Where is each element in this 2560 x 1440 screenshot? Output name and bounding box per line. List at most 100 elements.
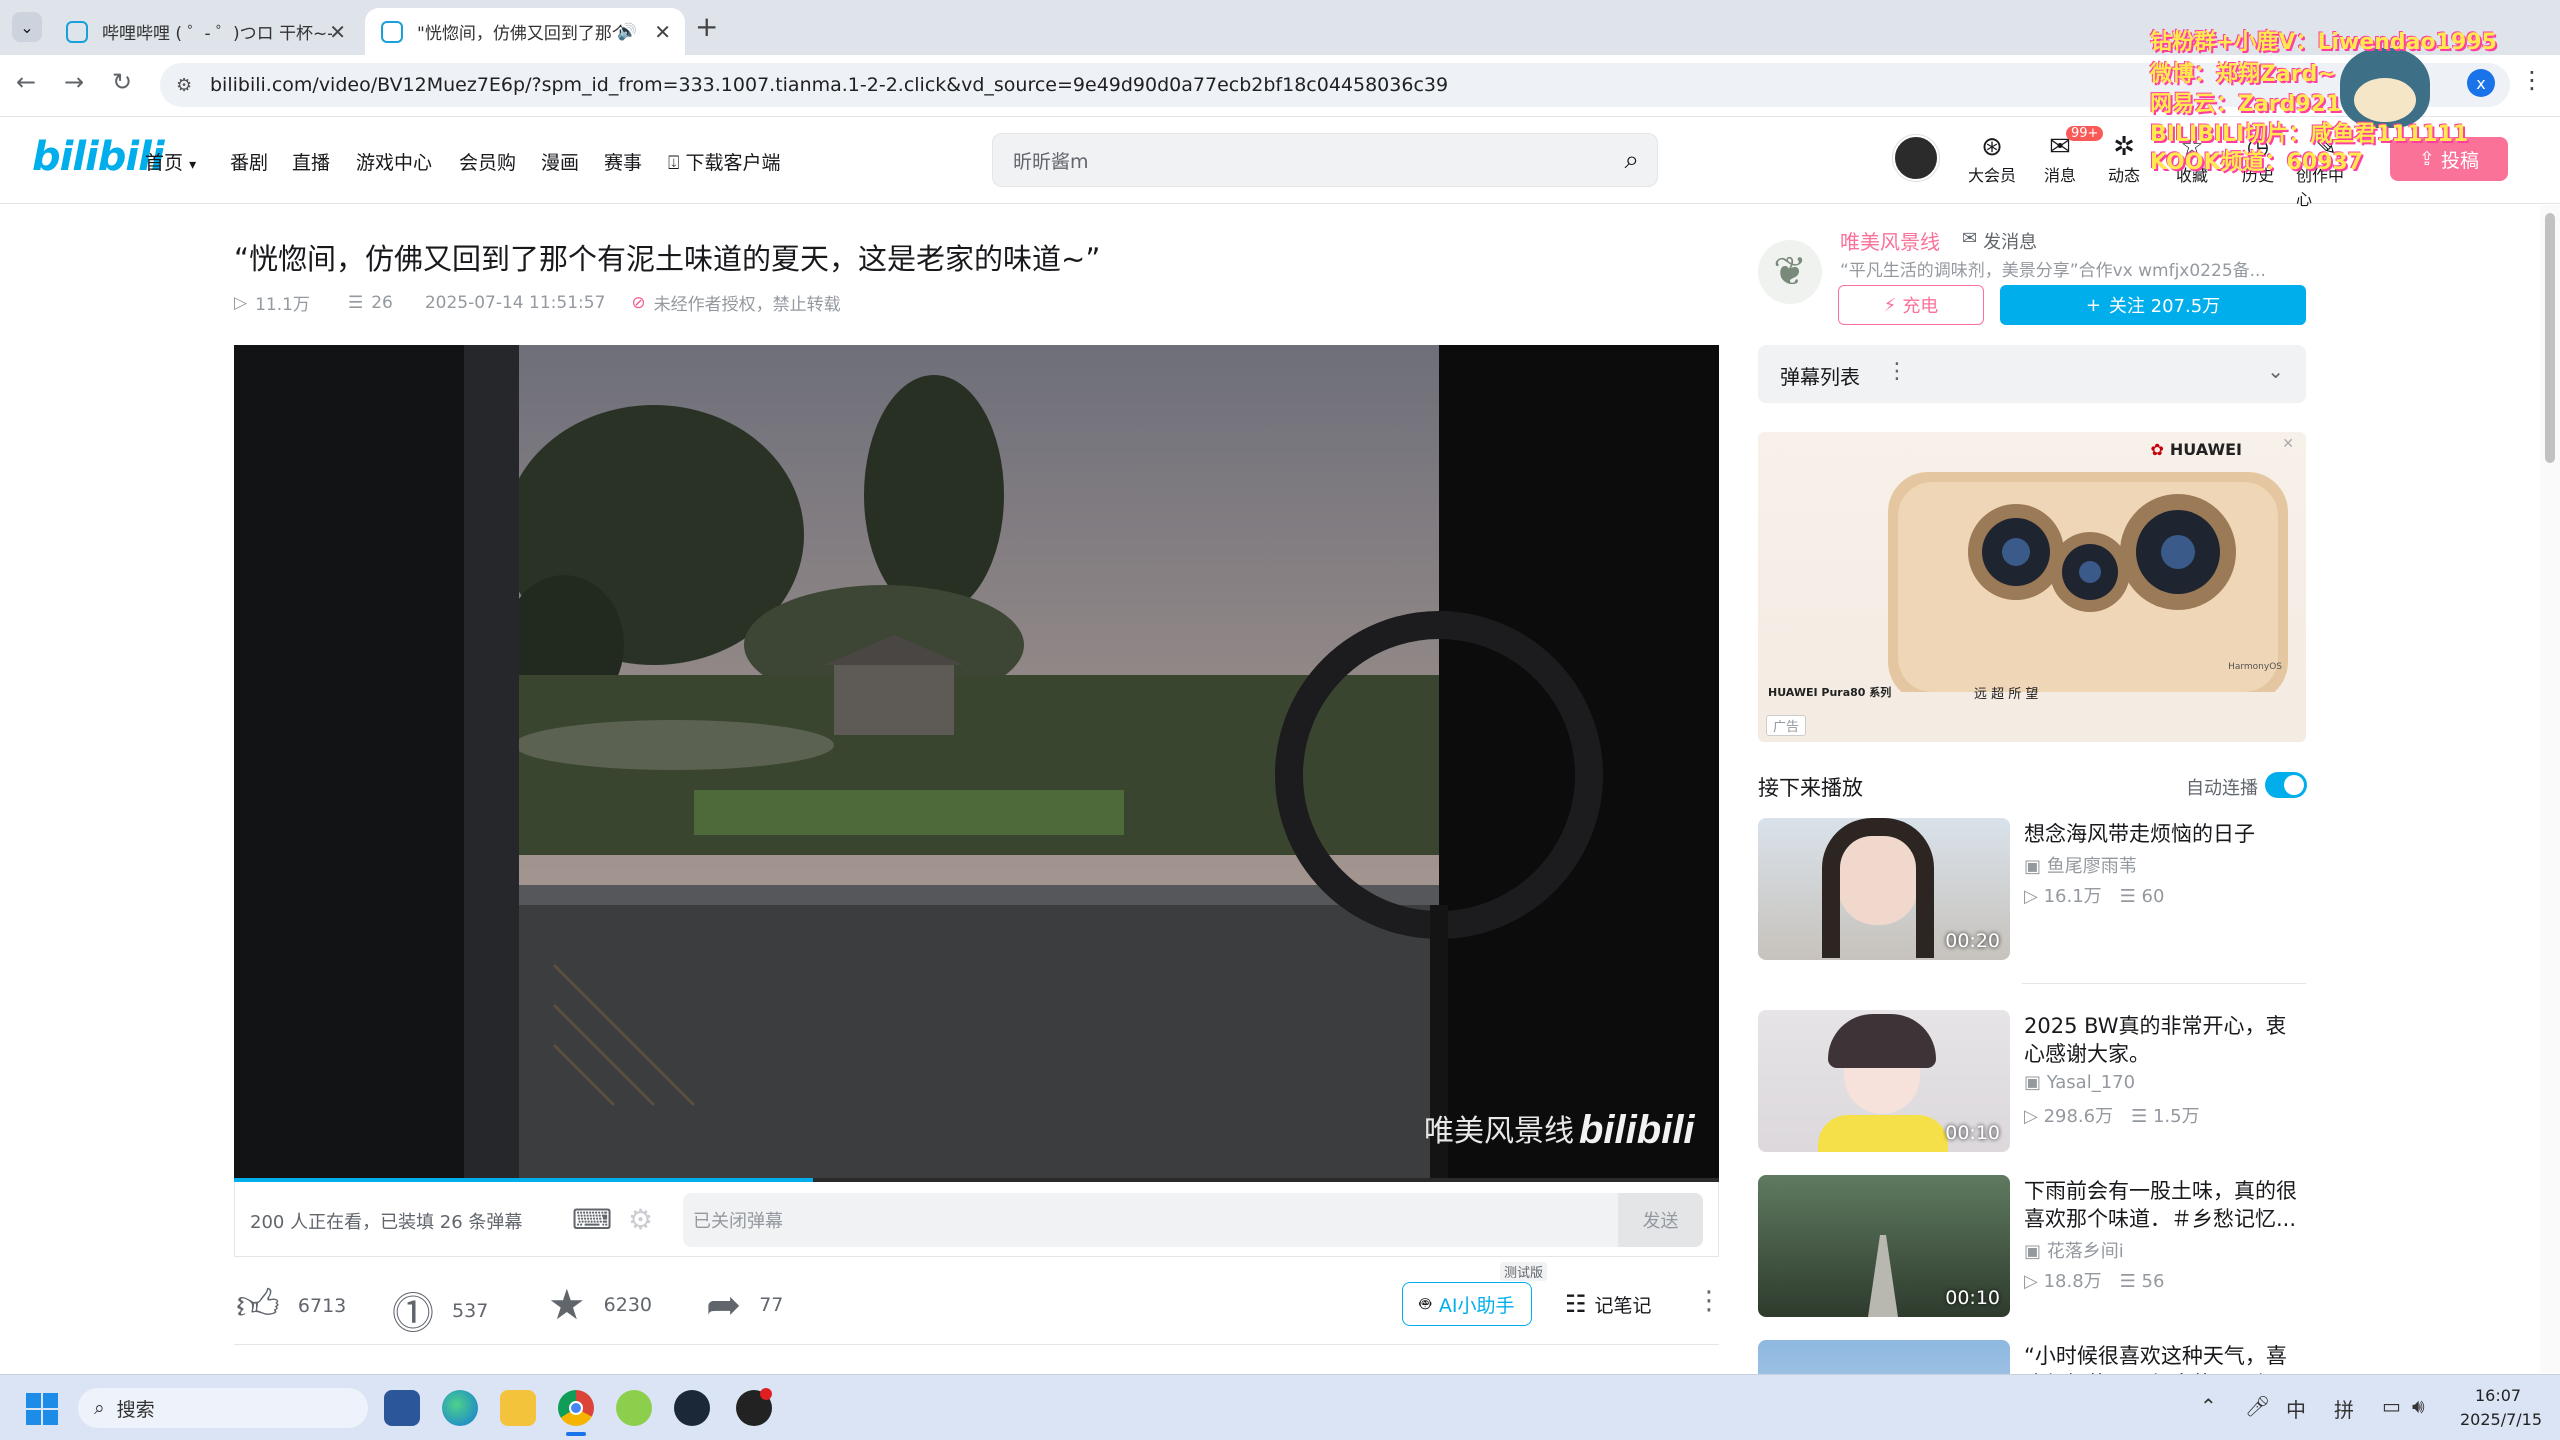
nav-live[interactable]: 直播 bbox=[292, 148, 330, 175]
back-icon[interactable]: ← bbox=[16, 68, 36, 96]
windows-start-icon[interactable] bbox=[26, 1393, 58, 1425]
recommend-title[interactable]: 2025 BW真的非常开心，衷心感谢大家。 bbox=[2024, 1012, 2306, 1068]
copyright-notice: 未经作者授权，禁止转载 bbox=[653, 295, 841, 315]
network-icon[interactable]: ▭ bbox=[2382, 1394, 2401, 1418]
recommend-thumbnail[interactable]: 00:20 bbox=[1758, 818, 2010, 960]
nav-anime[interactable]: 番剧 bbox=[230, 148, 268, 175]
nav-game-center[interactable]: 游戏中心 bbox=[356, 148, 432, 175]
edge-icon[interactable] bbox=[442, 1390, 478, 1426]
tray-chevron-up-icon[interactable]: ⌃ bbox=[2200, 1394, 2217, 1418]
overlay-line: 钻粉群+小鹿V：Liwendao1995 bbox=[2150, 30, 2497, 55]
volume-icon[interactable]: 🔊︎ bbox=[2412, 1394, 2425, 1418]
browser-menu-icon[interactable]: ⋮ bbox=[2520, 66, 2544, 94]
clock-time[interactable]: 16:07 bbox=[2475, 1386, 2521, 1405]
recommend-title[interactable]: “小时候很喜欢这种天气，喜欢很轻的风，很大的云，很 bbox=[2024, 1342, 2306, 1374]
charge-button[interactable]: ⚡︎ 充电 bbox=[1838, 285, 1984, 325]
active-app-indicator bbox=[566, 1432, 586, 1436]
autoplay-toggle[interactable] bbox=[2265, 772, 2307, 798]
video-player[interactable]: 唯美风景线 bilibili bbox=[234, 345, 1719, 1180]
user-avatar[interactable] bbox=[1893, 135, 1939, 181]
steam-icon[interactable] bbox=[674, 1390, 710, 1426]
ai-assistant-button[interactable]: 🤖︎ AI小助手 bbox=[1402, 1282, 1532, 1326]
kebab-menu-icon[interactable]: ⋮ bbox=[1886, 359, 1908, 384]
recommend-divider bbox=[2022, 983, 2306, 984]
close-tab-icon[interactable]: ✕ bbox=[329, 20, 346, 44]
bilibili-logo[interactable]: bilibili bbox=[32, 134, 165, 180]
video-title: “恍惚间，仿佛又回到了那个有泥土味道的夏天，这是老家的味道~” bbox=[234, 242, 1101, 276]
task-view-icon[interactable] bbox=[384, 1390, 420, 1426]
recommend-uploader[interactable]: ▣ Yasal_170 bbox=[2024, 1072, 2135, 1093]
nav-esports[interactable]: 赛事 bbox=[604, 148, 642, 175]
more-actions-icon[interactable]: ⋮ bbox=[1696, 1286, 1722, 1316]
clock-date[interactable]: 2025/7/15 bbox=[2460, 1410, 2542, 1429]
share-button[interactable]: ➦ 77 bbox=[706, 1280, 783, 1329]
up-badge-icon: ▣ bbox=[2024, 1072, 2042, 1093]
danmaku-list-label: 弹幕列表 bbox=[1780, 365, 1860, 389]
recommend-uploader[interactable]: ▣ 花落乡间i bbox=[2024, 1237, 2124, 1263]
send-message-link[interactable]: ✉ 发消息 bbox=[1962, 228, 2037, 254]
video-duration: 00:10 bbox=[1945, 1122, 2000, 1144]
up-badge-icon: ▣ bbox=[2024, 1241, 2042, 1262]
tab-bilibili-home[interactable]: 哔哩哔哩 ( ゜- ゜)つロ 干杯~-bilibili ✕ bbox=[50, 8, 360, 55]
ime-mode[interactable]: 拼 bbox=[2334, 1394, 2354, 1423]
note-button[interactable]: ☷ 记笔记 bbox=[1565, 1290, 1652, 1318]
danmaku-send-button[interactable]: 发送 bbox=[1618, 1193, 1703, 1247]
chevron-down-icon[interactable]: ⌄ bbox=[2267, 359, 2284, 383]
recommend-stats: ▷ 16.1万 ☰ 60 bbox=[2024, 886, 2165, 907]
header-vip[interactable]: ⊛ 大会员 bbox=[1962, 132, 2022, 186]
tab-current-video[interactable]: "恍惚间，仿佛又回到了那个有泥土味道的夏天，这是老家的味道~" 🔊 ✕ bbox=[365, 8, 685, 55]
recommend-card[interactable]: 00:10 2025 BW真的非常开心，衷心感谢大家。 ▣ Yasal_170 … bbox=[1758, 1010, 2306, 1155]
like-button[interactable]: 👍︎ 6713 bbox=[236, 1280, 346, 1331]
taskbar-search[interactable]: ⌕ 搜索 bbox=[78, 1388, 368, 1428]
frog-app-icon[interactable] bbox=[616, 1390, 652, 1426]
header-messages[interactable]: ✉ 消息 99+ bbox=[2030, 126, 2104, 186]
nav-shop[interactable]: 会员购 bbox=[459, 148, 516, 175]
no-repost-icon: ⊘ bbox=[631, 292, 646, 313]
mail-icon: ✉ bbox=[1962, 228, 1978, 249]
upload-icon: ⇪ bbox=[2419, 148, 2435, 170]
ime-language[interactable]: 中 bbox=[2286, 1394, 2306, 1423]
advertisement-banner[interactable]: ✕ ✿ HUAWEI HarmonyOS HUAWEI Pura80 系列 远 超… bbox=[1758, 432, 2306, 742]
recommend-card[interactable]: 00:10 下雨前会有一股土味，真的很喜欢那个味道．＃乡愁记忆... ▣ 花落乡… bbox=[1758, 1175, 2306, 1320]
danmaku-list-panel[interactable]: 弹幕列表 ⋮ ⌄ bbox=[1758, 345, 2306, 403]
favorite-button[interactable]: ★ 6230 bbox=[548, 1280, 652, 1329]
site-info-icon[interactable]: ⚙ bbox=[176, 75, 192, 96]
danmaku-count-icon: ☰ bbox=[2131, 1106, 2148, 1127]
danmaku-settings-icon[interactable]: ⚙ bbox=[628, 1203, 653, 1236]
recommend-title[interactable]: 想念海风带走烦恼的日子 bbox=[2024, 820, 2306, 848]
recommend-thumbnail[interactable] bbox=[1758, 1340, 2010, 1374]
profile-avatar[interactable]: x bbox=[2467, 69, 2495, 97]
nav-manga[interactable]: 漫画 bbox=[541, 148, 579, 175]
recommend-uploader[interactable]: ▣ 鱼尾廖雨苇 bbox=[2024, 852, 2137, 878]
file-explorer-icon[interactable] bbox=[500, 1390, 536, 1426]
ai-beta-badge: 测试版 bbox=[1500, 1262, 1548, 1281]
search-input[interactable]: 昕昕酱m ⌕ bbox=[992, 133, 1658, 187]
reload-icon[interactable]: ↻ bbox=[112, 68, 132, 96]
danmaku-toggle-icon[interactable]: ⌨ bbox=[572, 1203, 612, 1236]
close-tab-icon[interactable]: ✕ bbox=[654, 20, 671, 44]
follow-button[interactable]: + 关注 207.5万 bbox=[2000, 285, 2306, 325]
nav-home[interactable]: 首页 ▾ bbox=[145, 148, 196, 175]
coin-icon: ⓵ bbox=[392, 1289, 435, 1338]
uploader-avatar[interactable]: ❦ bbox=[1758, 240, 1822, 304]
forward-icon[interactable]: → bbox=[64, 68, 84, 96]
new-tab-button[interactable]: + bbox=[695, 10, 718, 43]
recommend-thumbnail[interactable]: 00:10 bbox=[1758, 1175, 2010, 1317]
coin-button[interactable]: ⓵ 537 bbox=[392, 1280, 488, 1341]
recommend-card[interactable]: “小时候很喜欢这种天气，喜欢很轻的风，很大的云，很 bbox=[1758, 1340, 2306, 1374]
video-watermark: 唯美风景线 bbox=[1424, 1115, 1574, 1148]
recommend-card[interactable]: 00:20 想念海风带走烦恼的日子 ▣ 鱼尾廖雨苇 ▷ 16.1万 ☰ 60 bbox=[1758, 818, 2306, 963]
search-icon[interactable]: ⌕ bbox=[1624, 145, 1639, 176]
danmaku-input[interactable]: 已关闭弹幕 bbox=[683, 1193, 1703, 1247]
ad-slogan: 远 超 所 望 bbox=[1974, 687, 2039, 702]
favorite-count: 6230 bbox=[603, 1293, 653, 1316]
tab-list-icon[interactable]: ⌄ bbox=[12, 12, 42, 42]
scrollbar-thumb[interactable] bbox=[2545, 213, 2555, 463]
header-dynamic[interactable]: ✲ 动态 bbox=[2094, 132, 2154, 186]
microphone-icon[interactable]: 🎤︎ bbox=[2245, 1394, 2270, 1418]
recommend-title[interactable]: 下雨前会有一股土味，真的很喜欢那个味道．＃乡愁记忆... bbox=[2024, 1177, 2306, 1233]
recommend-thumbnail[interactable]: 00:10 bbox=[1758, 1010, 2010, 1152]
chrome-icon[interactable] bbox=[558, 1390, 594, 1426]
uploader-name[interactable]: 唯美风景线 bbox=[1840, 226, 1940, 255]
nav-download-client[interactable]: ⍗ 下载客户端 bbox=[668, 148, 780, 175]
